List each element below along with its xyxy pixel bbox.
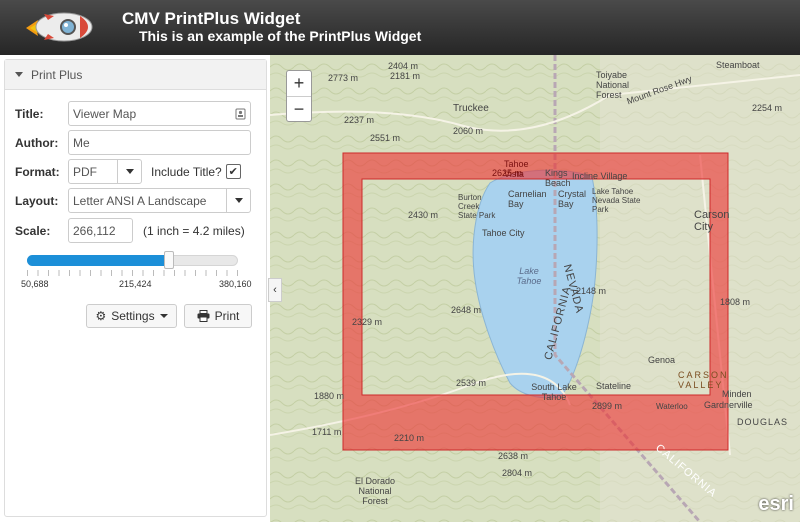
scale-input[interactable]: 266,112 xyxy=(68,218,133,243)
map-label: Steamboat xyxy=(716,60,760,70)
map-label: 2060 m xyxy=(453,126,484,136)
caret-down-icon xyxy=(159,314,168,318)
scale-note: (1 inch = 4.2 miles) xyxy=(143,223,245,238)
map-label: Genoa xyxy=(648,355,676,365)
map-label: 2237 m xyxy=(344,115,375,125)
map-label: 2804 m xyxy=(502,468,533,478)
map-label: DOUGLAS xyxy=(737,417,789,427)
map-label: Tahoe City xyxy=(482,228,525,238)
settings-button-label: Settings xyxy=(111,309,155,323)
title-row: Title: Viewer Map xyxy=(15,101,251,126)
title-label: Title: xyxy=(15,106,44,121)
app-title: CMV PrintPlus Widget xyxy=(122,9,301,28)
map-label: Lake Tahoe xyxy=(516,266,542,286)
author-input[interactable]: Me xyxy=(68,130,251,155)
map-label: 1808 m xyxy=(720,297,751,307)
map-label: Gardnerville xyxy=(704,400,753,410)
print-button[interactable]: Print xyxy=(184,304,252,328)
scale-label: Scale: xyxy=(15,223,51,238)
slider-mid-label: 215,424 xyxy=(119,279,152,289)
map-label: Lake Tahoe Nevada State Park xyxy=(592,187,641,214)
map-view[interactable]: 2773 m 2404 m 2181 m Truckee Toiyabe Nat… xyxy=(270,55,800,522)
map-label: 2648 m xyxy=(451,305,482,315)
settings-button[interactable]: ⚙ Settings xyxy=(86,304,177,328)
layout-dropdown-arrow[interactable] xyxy=(226,189,250,212)
map-label: Crystal Bay xyxy=(558,189,587,209)
app-subtitle: This is an example of the PrintPlus Widg… xyxy=(139,28,422,44)
layout-row: Layout: Letter ANSI A Landscape xyxy=(15,188,251,213)
format-row: Format: PDF Include Title? ✔ xyxy=(15,159,241,184)
map-label: 2625 m xyxy=(492,168,523,178)
map-label: 2329 m xyxy=(352,317,383,327)
title-input[interactable]: Viewer Map xyxy=(68,101,251,126)
layout-select[interactable]: Letter ANSI A Landscape xyxy=(68,188,251,213)
format-label: Format: xyxy=(15,164,60,179)
map-label: CARSON VALLEY xyxy=(678,370,729,390)
include-title-label: Include Title? xyxy=(151,164,222,179)
slider-fill xyxy=(27,255,165,266)
zoom-in-button[interactable]: + xyxy=(287,71,311,96)
zoom-out-button[interactable]: − xyxy=(287,96,311,121)
zoom-control: + − xyxy=(286,70,312,122)
map-label: 2254 m xyxy=(752,103,783,113)
author-row: Author: Me xyxy=(15,130,251,155)
map-label: Waterloo xyxy=(656,402,688,411)
map-label: Burton Creek State Park xyxy=(458,193,496,220)
slider-handle[interactable] xyxy=(164,251,175,269)
panel-header[interactable]: Print Plus xyxy=(5,60,266,90)
map-label: 1711 m xyxy=(312,427,342,437)
chevron-down-icon xyxy=(125,169,134,174)
slider-ticks xyxy=(27,270,238,276)
print-button-label: Print xyxy=(214,309,240,323)
author-label: Author: xyxy=(15,135,59,150)
map-label: Truckee xyxy=(453,103,489,114)
map-label: Carson City xyxy=(694,209,730,233)
map-label: 2638 m xyxy=(498,451,529,461)
chevron-down-icon xyxy=(234,198,243,203)
format-select[interactable]: PDF xyxy=(68,159,142,184)
author-input-value: Me xyxy=(73,135,90,150)
map-label: 2539 m xyxy=(456,378,487,388)
map-label: 2404 m xyxy=(388,61,419,71)
format-dropdown-arrow[interactable] xyxy=(117,160,141,183)
map-label: 1880 m xyxy=(314,391,345,401)
slider-min-label: 50,688 xyxy=(21,279,49,289)
gear-icon: ⚙ xyxy=(95,309,107,323)
map-label: 2210 m xyxy=(394,433,425,443)
panel-title: Print Plus xyxy=(31,67,83,82)
map-label: Minden xyxy=(722,389,752,399)
map-label: Stateline xyxy=(596,381,632,391)
scale-input-value: 266,112 xyxy=(73,223,116,238)
slider-max-label: 380,160 xyxy=(219,279,252,289)
esri-attribution-logo: esri xyxy=(758,493,794,515)
format-select-value: PDF xyxy=(73,164,97,179)
include-title-checkbox[interactable]: ✔ xyxy=(225,164,241,179)
map-label: 2181 m xyxy=(390,71,421,81)
map-label: 2899 m xyxy=(592,401,623,411)
rocket-logo-icon xyxy=(26,12,93,42)
panel-collapse-button[interactable]: ‹ xyxy=(268,278,282,302)
app-header: CMV PrintPlus Widget This is an example … xyxy=(0,0,800,55)
basemap-graphic xyxy=(270,55,800,522)
contact-card-icon xyxy=(235,108,246,119)
title-input-value: Viewer Map xyxy=(73,106,137,121)
map-label: Incline Village xyxy=(572,171,628,181)
map-label: El Dorado National Forest xyxy=(354,476,396,506)
scale-row: Scale: 266,112 (1 inch = 4.2 miles) xyxy=(15,218,245,243)
map-label: Carnelian Bay xyxy=(508,189,547,209)
layout-select-value: Letter ANSI A Landscape xyxy=(73,193,207,208)
map-label: 2551 m xyxy=(370,133,401,143)
layout-label: Layout: xyxy=(15,193,59,208)
map-label: South Lake Tahoe xyxy=(531,382,577,402)
map-label: 2773 m xyxy=(328,73,359,83)
map-label: 2430 m xyxy=(408,210,439,220)
printer-icon xyxy=(197,310,210,322)
collapse-caret-icon[interactable] xyxy=(15,72,23,77)
